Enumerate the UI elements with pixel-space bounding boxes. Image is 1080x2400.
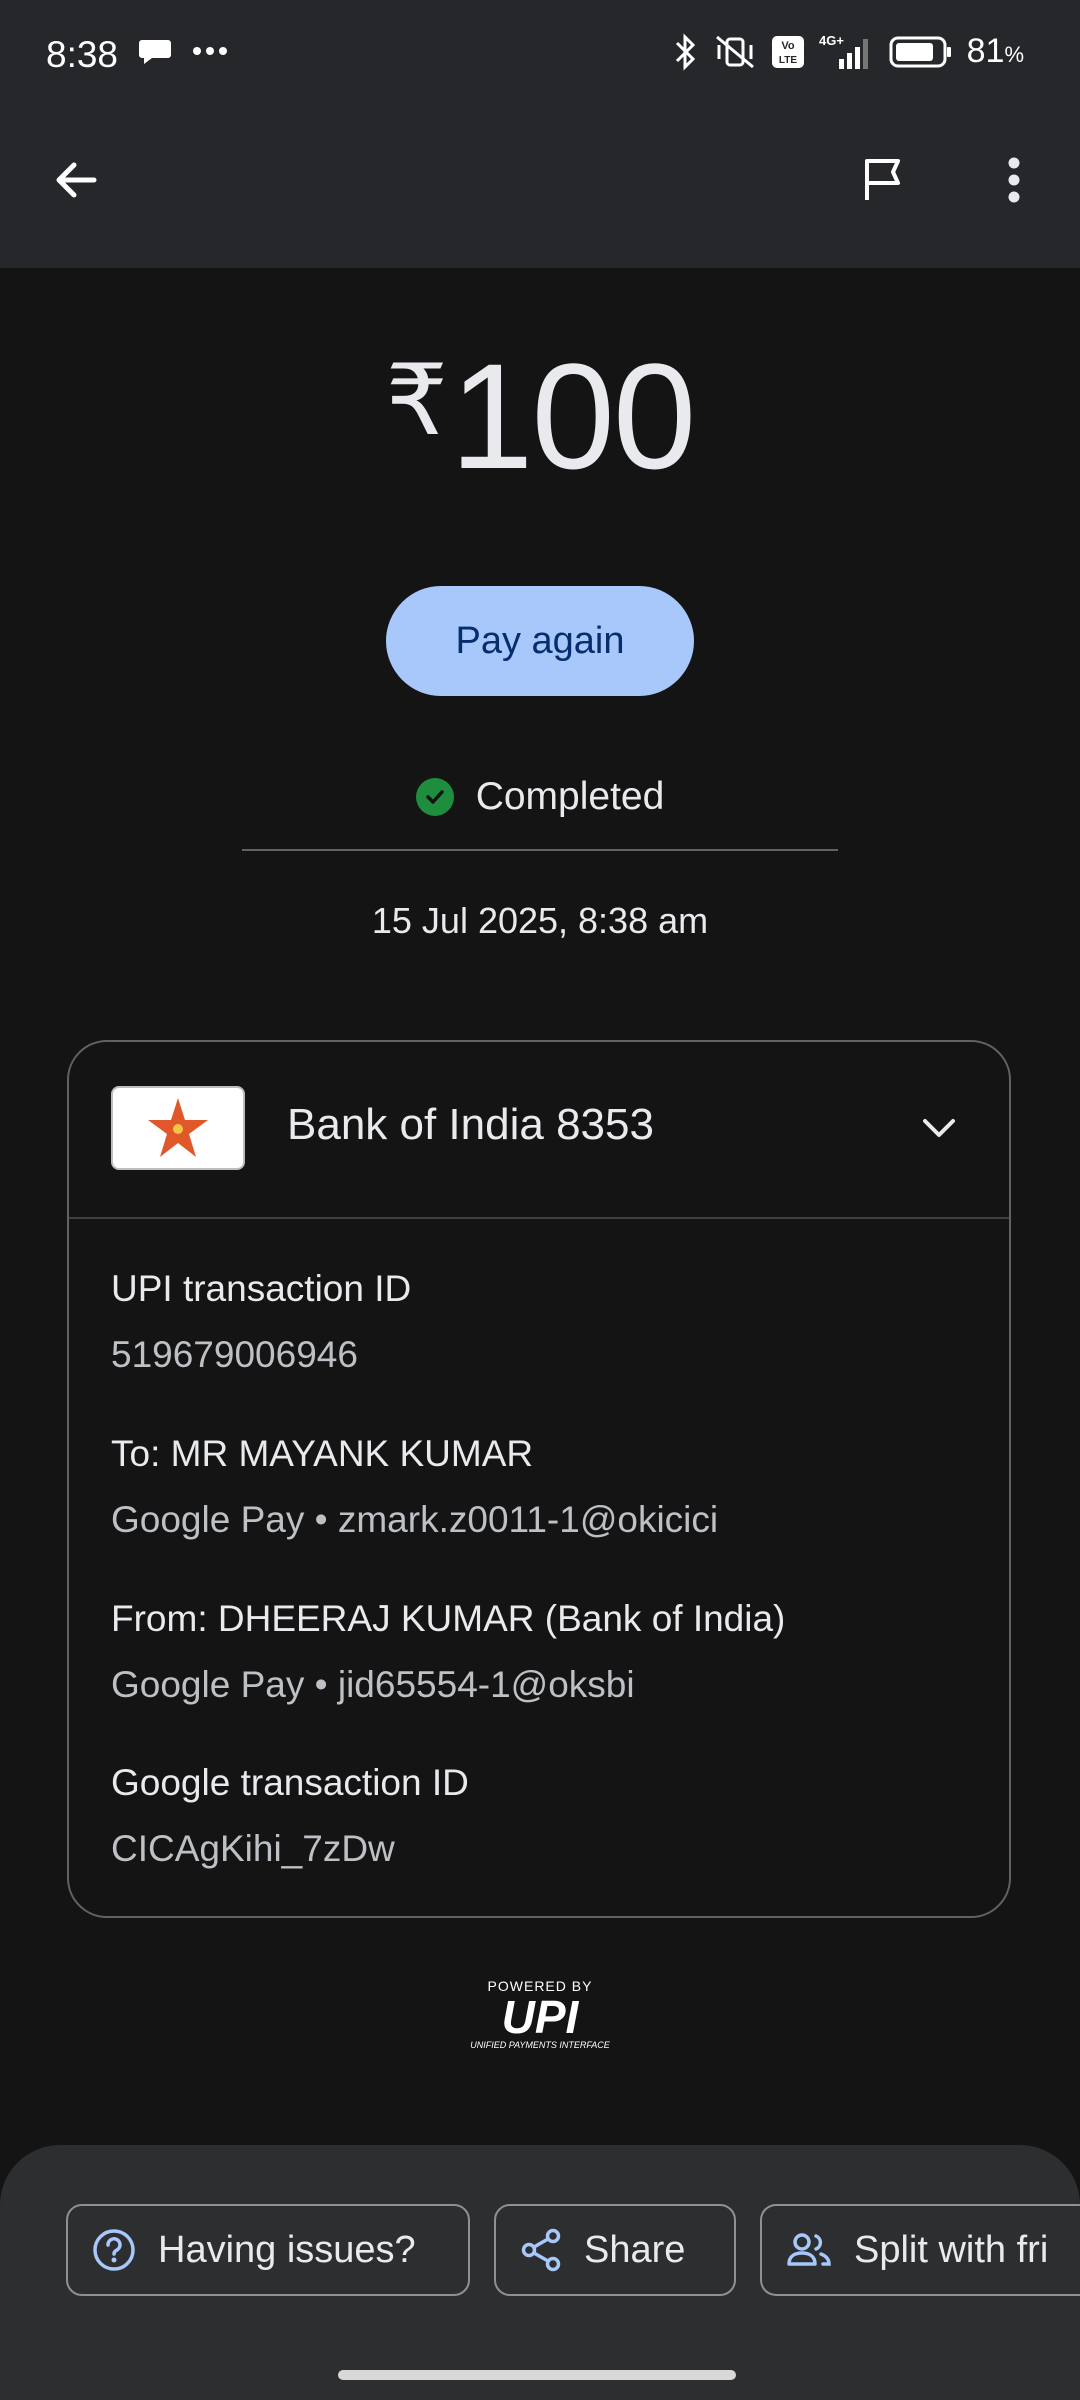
battery-icon bbox=[889, 36, 951, 67]
bank-logo bbox=[111, 1086, 245, 1170]
upi-logo: POWERED BY UPI UNIFIED PAYMENTS INTERFAC… bbox=[470, 1978, 610, 2050]
split-with-friends-button[interactable]: Split with fri bbox=[760, 2204, 1080, 2296]
bluetooth-icon bbox=[675, 32, 695, 71]
volte-icon: Vo LTE bbox=[771, 35, 804, 68]
home-indicator[interactable] bbox=[338, 2370, 736, 2380]
sender-label: From: DHEERAJ KUMAR (Bank of India) bbox=[111, 1598, 786, 1639]
report-button[interactable] bbox=[842, 140, 922, 220]
status-divider bbox=[242, 849, 838, 851]
split-with-friends-label: Split with fri bbox=[854, 2228, 1049, 2271]
upi-transaction-id-label: UPI transaction ID bbox=[111, 1268, 412, 1309]
top-app-bar bbox=[0, 118, 1080, 268]
having-issues-button[interactable]: Having issues? bbox=[66, 2204, 470, 2296]
signal-icon: 4G+ bbox=[819, 33, 868, 69]
check-circle-icon bbox=[415, 778, 454, 816]
svg-text:4G+: 4G+ bbox=[819, 33, 844, 48]
arrow-back-icon bbox=[56, 162, 97, 198]
battery-percent: 81% bbox=[966, 32, 1024, 70]
bank-star-logo-icon bbox=[148, 1098, 208, 1157]
svg-text:LTE: LTE bbox=[779, 55, 797, 66]
status-label: Completed bbox=[475, 775, 665, 818]
pay-again-button[interactable]: Pay again bbox=[386, 586, 694, 696]
status-time: 8:38 bbox=[46, 34, 119, 75]
recipient-label: To: MR MAYANK KUMAR bbox=[111, 1433, 534, 1474]
vibrate-mute-icon bbox=[715, 35, 754, 68]
upi-transaction-id-value: 519679006946 bbox=[111, 1334, 358, 1375]
transaction-amount: ₹100 bbox=[0, 330, 1080, 503]
chevron-down-icon[interactable] bbox=[919, 1108, 959, 1148]
more-options-button[interactable] bbox=[974, 140, 1054, 220]
bank-account-name: Bank of India 8353 bbox=[287, 1100, 654, 1149]
sender-upi-id: Google Pay • jid65554-1@oksbi bbox=[111, 1664, 635, 1705]
google-transaction-id-label: Google transaction ID bbox=[111, 1762, 469, 1803]
amount-value: 100 bbox=[450, 332, 696, 500]
bank-account-row[interactable]: Bank of India 8353 bbox=[69, 1042, 1009, 1219]
flag-icon bbox=[865, 159, 900, 200]
recipient-upi-id: Google Pay • zmark.z0011-1@okicici bbox=[111, 1499, 719, 1540]
help-icon bbox=[93, 2229, 135, 2271]
more-notifications-icon bbox=[193, 47, 227, 55]
transaction-details-card: Bank of India 8353 UPI transaction ID 51… bbox=[67, 1040, 1011, 1918]
share-label: Share bbox=[584, 2228, 686, 2271]
share-icon bbox=[521, 2228, 561, 2272]
transaction-status: Completed bbox=[0, 775, 1080, 819]
more-vert-icon bbox=[1008, 157, 1020, 203]
having-issues-label: Having issues? bbox=[158, 2228, 416, 2271]
status-bar: 8:38 Vo LTE 4G+ 81% bbox=[0, 0, 1080, 118]
share-button[interactable]: Share bbox=[494, 2204, 736, 2296]
google-transaction-id-value: CICAgKihi_7zDw bbox=[111, 1828, 395, 1869]
transaction-datetime: 15 Jul 2025, 8:38 am bbox=[371, 900, 709, 941]
svg-text:Vo: Vo bbox=[781, 40, 795, 52]
back-button[interactable] bbox=[36, 140, 116, 220]
group-icon bbox=[787, 2233, 831, 2266]
chat-notification-icon bbox=[139, 40, 171, 64]
currency-symbol: ₹ bbox=[385, 345, 448, 455]
